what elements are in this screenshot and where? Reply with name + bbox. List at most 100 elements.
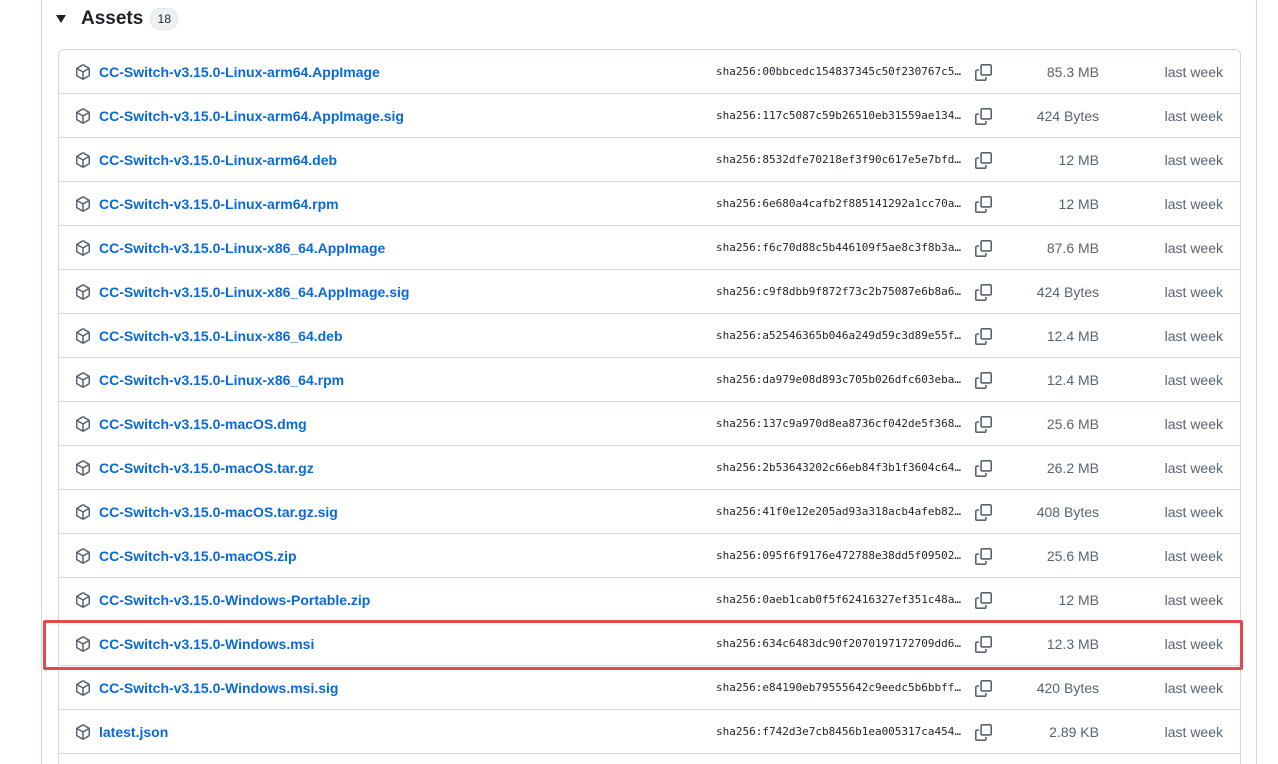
package-icon <box>76 372 90 388</box>
asset-timestamp: last week <box>1164 108 1223 124</box>
asset-link[interactable]: CC-Switch-v3.15.0-macOS.tar.gz <box>99 446 314 490</box>
asset-row: CC-Switch-v3.15.0-macOS.zip sha256:095f6… <box>59 534 1240 578</box>
asset-timestamp: last week <box>1164 724 1223 740</box>
asset-timestamp: last week <box>1164 504 1223 520</box>
copy-icon[interactable] <box>975 372 992 389</box>
asset-size: 26.2 MB <box>1046 460 1099 476</box>
asset-link[interactable]: CC-Switch-v3.15.0-Linux-x86_64.AppImage.… <box>99 270 409 314</box>
asset-size: 424 Bytes <box>1036 284 1099 300</box>
asset-row: latest.json sha256:f742d3e7cb8456b1ea005… <box>59 710 1240 754</box>
asset-link[interactable]: CC-Switch-v3.15.0-Linux-arm64.rpm <box>99 182 339 226</box>
asset-link[interactable]: CC-Switch-v3.15.0-Linux-arm64.AppImage.s… <box>99 94 404 138</box>
asset-sha256: sha256:00bbcedc154837345c50f230767c5... <box>716 65 963 78</box>
asset-sha256: sha256:f6c70d88c5b446109f5ae8c3f8b3a... <box>716 241 963 254</box>
asset-size: 424 Bytes <box>1036 108 1099 124</box>
copy-icon[interactable] <box>975 504 992 521</box>
asset-timestamp: last week <box>1164 196 1223 212</box>
package-icon <box>76 636 90 652</box>
triangle-down-icon <box>56 15 66 23</box>
package-icon <box>76 504 90 520</box>
asset-sha256: sha256:8532dfe70218ef3f90c617e5e7bfd... <box>716 153 963 166</box>
asset-sha256: sha256:137c9a970d8ea8736cf042de5f368... <box>716 417 963 430</box>
release-card-left-border <box>41 0 42 764</box>
asset-timestamp: last week <box>1164 328 1223 344</box>
copy-icon[interactable] <box>975 152 992 169</box>
asset-timestamp: last week <box>1164 284 1223 300</box>
copy-icon[interactable] <box>975 64 992 81</box>
copy-icon[interactable] <box>975 196 992 213</box>
copy-icon[interactable] <box>975 548 992 565</box>
asset-row: CC-Switch-v3.15.0-Linux-arm64.AppImage.s… <box>59 94 1240 138</box>
copy-icon[interactable] <box>975 284 992 301</box>
asset-link[interactable]: latest.json <box>99 710 168 754</box>
asset-timestamp: last week <box>1164 680 1223 696</box>
package-icon <box>76 416 90 432</box>
asset-row: CC-Switch-v3.15.0-macOS.tar.gz sha256:2b… <box>59 446 1240 490</box>
asset-link[interactable]: CC-Switch-v3.15.0-Linux-x86_64.deb <box>99 314 343 358</box>
asset-link[interactable]: CC-Switch-v3.15.0-Linux-arm64.deb <box>99 138 337 182</box>
asset-size: 25.6 MB <box>1046 416 1099 432</box>
copy-icon[interactable] <box>975 108 992 125</box>
copy-icon[interactable] <box>975 592 992 609</box>
asset-link[interactable]: CC-Switch-v3.15.0-Windows.msi.sig <box>99 666 338 710</box>
asset-sha256: sha256:2b53643202c66eb84f3b1f3604c64... <box>716 461 963 474</box>
asset-size: 12 MB <box>1058 592 1099 608</box>
asset-size: 408 Bytes <box>1036 504 1099 520</box>
asset-timestamp: last week <box>1164 416 1223 432</box>
asset-link[interactable]: CC-Switch-v3.15.0-Linux-x86_64.rpm <box>99 358 344 402</box>
asset-sha256: sha256:e84190eb79555642c9eedc5b6bbff... <box>716 681 963 694</box>
asset-link[interactable]: CC-Switch-v3.15.0-Windows.msi <box>99 622 314 666</box>
asset-row: CC-Switch-v3.15.0-Windows.msi.sig sha256… <box>59 666 1240 710</box>
asset-sha256: sha256:0aeb1cab0f5f62416327ef351c48a... <box>716 593 963 606</box>
copy-icon[interactable] <box>975 328 992 345</box>
copy-icon[interactable] <box>975 416 992 433</box>
asset-timestamp: last week <box>1164 152 1223 168</box>
copy-icon[interactable] <box>975 460 992 477</box>
asset-timestamp: last week <box>1164 240 1223 256</box>
package-icon <box>76 592 90 608</box>
copy-icon[interactable] <box>975 636 992 653</box>
asset-sha256: sha256:117c5087c59b26510eb31559ae134... <box>716 109 963 122</box>
assets-list: CC-Switch-v3.15.0-Linux-arm64.AppImage s… <box>58 49 1241 764</box>
asset-timestamp: last week <box>1164 636 1223 652</box>
asset-link[interactable]: CC-Switch-v3.15.0-macOS.zip <box>99 534 297 578</box>
asset-link[interactable]: CC-Switch-v3.15.0-macOS.dmg <box>99 402 307 446</box>
asset-row: CC-Switch-v3.15.0-Linux-x86_64.deb sha25… <box>59 314 1240 358</box>
release-assets-page: Assets 18 CC-Switch-v3.15.0-Linux-arm64.… <box>0 0 1278 764</box>
asset-sha256: sha256:6e680a4cafb2f885141292a1cc70a... <box>716 197 963 210</box>
asset-size: 12 MB <box>1058 152 1099 168</box>
asset-link[interactable]: CC-Switch-v3.15.0-Linux-arm64.AppImage <box>99 50 380 94</box>
asset-size: 12.4 MB <box>1046 328 1099 344</box>
copy-icon[interactable] <box>975 240 992 257</box>
asset-sha256: sha256:c9f8dbb9f872f73c2b75087e6b8a6... <box>716 285 963 298</box>
package-icon <box>76 196 90 212</box>
asset-sha256: sha256:634c6483dc90f2070197172709dd6... <box>716 637 963 650</box>
assets-toggle[interactable]: Assets 18 <box>56 4 179 34</box>
asset-size: 85.3 MB <box>1046 64 1099 80</box>
copy-icon[interactable] <box>975 680 992 697</box>
asset-size: 420 Bytes <box>1036 680 1099 696</box>
asset-row: CC-Switch-v3.15.0-Linux-arm64.rpm sha256… <box>59 182 1240 226</box>
asset-link[interactable]: CC-Switch-v3.15.0-Windows-Portable.zip <box>99 578 370 622</box>
package-icon <box>76 724 90 740</box>
package-icon <box>76 152 90 168</box>
asset-timestamp: last week <box>1164 372 1223 388</box>
asset-timestamp: last week <box>1164 460 1223 476</box>
asset-row: CC-Switch-v3.15.0-Windows.msi sha256:634… <box>59 622 1240 666</box>
asset-sha256: sha256:41f0e12e205ad93a318acb4afeb82... <box>716 505 963 518</box>
asset-size: 12.3 MB <box>1046 636 1099 652</box>
assets-count-badge: 18 <box>150 8 179 30</box>
asset-row: CC-Switch-v3.15.0-Linux-x86_64.AppImage.… <box>59 270 1240 314</box>
asset-row: CC-Switch-v3.15.0-Linux-x86_64.AppImage … <box>59 226 1240 270</box>
asset-size: 87.6 MB <box>1046 240 1099 256</box>
copy-icon[interactable] <box>975 724 992 741</box>
assets-title: Assets <box>81 8 144 29</box>
asset-sha256: sha256:f742d3e7cb8456b1ea005317ca454... <box>716 725 963 738</box>
package-icon <box>76 108 90 124</box>
package-icon <box>76 64 90 80</box>
release-card-right-border <box>1256 0 1257 764</box>
asset-link[interactable]: CC-Switch-v3.15.0-macOS.tar.gz.sig <box>99 490 338 534</box>
asset-timestamp: last week <box>1164 64 1223 80</box>
asset-link[interactable]: CC-Switch-v3.15.0-Linux-x86_64.AppImage <box>99 226 385 270</box>
asset-timestamp: last week <box>1164 548 1223 564</box>
